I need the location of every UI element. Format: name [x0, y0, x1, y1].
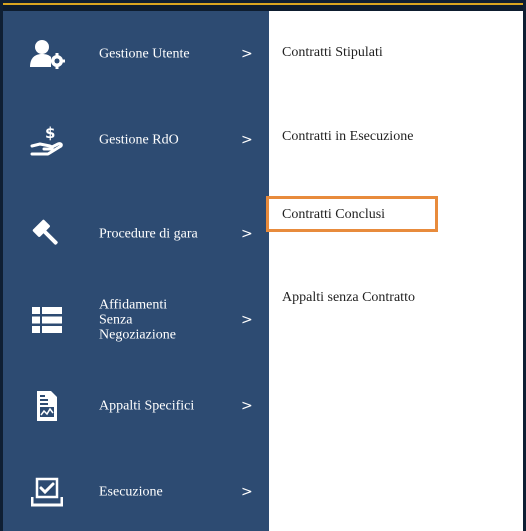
label-line: Negoziazione [99, 327, 176, 343]
chevron-right-icon: > [241, 226, 253, 242]
sidebar-item-label: Gestione Utente [99, 46, 190, 62]
hand-dollar-icon: $ [29, 122, 65, 158]
sidebar-menu: Gestione Utente > $ Gestione RdO > Proce… [3, 11, 269, 531]
sidebar-item-label: Procedure di gara [99, 226, 198, 242]
sidebar-item-label: Gestione RdO [99, 132, 179, 148]
submenu-item-contratti-in-esecuzione[interactable]: Contratti in Esecuzione [282, 129, 413, 145]
sidebar-item-label: Affidamenti Senza Negoziazione [99, 298, 229, 343]
user-gear-icon [29, 36, 65, 72]
top-bar [3, 3, 523, 11]
chevron-right-icon: > [241, 398, 253, 414]
sidebar-item-appalti-specifici[interactable]: Appalti Specifici > [3, 363, 269, 449]
submenu-item-contratti-conclusi[interactable]: Contratti Conclusi [282, 207, 385, 223]
chevron-right-icon: > [241, 484, 253, 500]
submenu-panel: Contratti Stipulati Contratti in Esecuzi… [269, 11, 523, 531]
label-line: Affidamenti [99, 297, 168, 313]
sidebar-item-gestione-utente[interactable]: Gestione Utente > [3, 11, 269, 97]
chevron-right-icon: > [241, 312, 253, 328]
checkbox-tray-icon [29, 474, 65, 510]
chevron-right-icon: > [241, 132, 253, 148]
list-icon [29, 302, 65, 338]
gavel-icon [29, 216, 65, 252]
label-line: Senza [99, 312, 133, 328]
submenu-item-contratti-stipulati[interactable]: Contratti Stipulati [282, 45, 383, 61]
document-chart-icon [29, 388, 65, 424]
submenu-item-appalti-senza-contratto[interactable]: Appalti senza Contratto [282, 290, 415, 306]
chevron-right-icon: > [241, 46, 253, 62]
svg-text:$: $ [45, 124, 55, 142]
sidebar-item-procedure-di-gara[interactable]: Procedure di gara > [3, 191, 269, 277]
sidebar-item-affidamenti-senza-negoziazione[interactable]: Affidamenti Senza Negoziazione > [3, 277, 269, 363]
app-frame: Gestione Utente > $ Gestione RdO > Proce… [3, 3, 523, 531]
sidebar-item-label: Esecuzione [99, 484, 163, 500]
sidebar-item-label: Appalti Specifici [99, 398, 195, 414]
sidebar-item-esecuzione[interactable]: Esecuzione > [3, 449, 269, 531]
sidebar-item-gestione-rdo[interactable]: $ Gestione RdO > [3, 97, 269, 183]
